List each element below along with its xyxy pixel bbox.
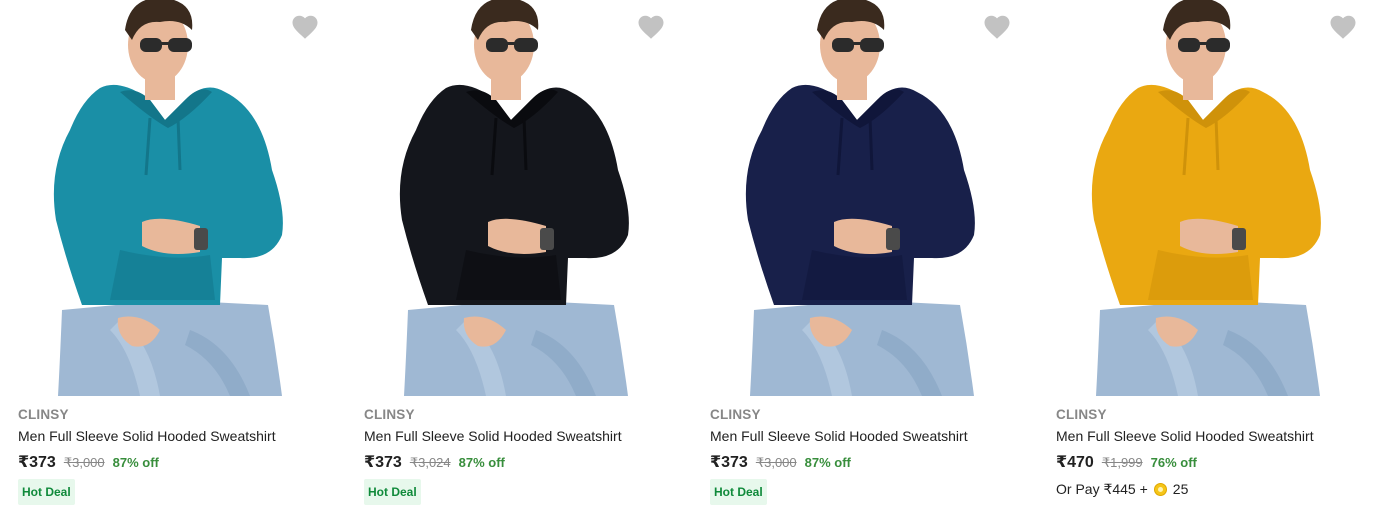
hot-deal-badge: Hot Deal [364,479,421,505]
wishlist-button[interactable] [982,12,1012,42]
product-photo [53,0,283,396]
product-card[interactable]: CLINSY Men Full Sleeve Solid Hooded Swea… [346,0,692,513]
product-image[interactable] [346,0,692,396]
wishlist-button[interactable] [636,12,666,42]
product-image[interactable] [692,0,1038,396]
coin-count: 25 [1172,481,1189,497]
heart-icon [1330,15,1356,39]
hand [142,218,200,254]
product-info: CLINSY Men Full Sleeve Solid Hooded Swea… [710,405,1030,505]
discount-label: 87% off [458,455,505,470]
jeans [404,300,628,396]
drawstring [868,117,874,171]
jeans [1096,300,1320,396]
sunglasses-bridge [160,42,170,45]
hoodie-pocket [1148,250,1253,300]
watch [540,228,554,250]
product-photo [399,0,629,396]
jeans [58,300,282,396]
sunglasses-bridge [1198,42,1208,45]
original-price: ₹1,999 [1101,455,1143,470]
hot-deal-badge: Hot Deal [710,479,767,505]
heart-icon [638,15,664,39]
product-image[interactable] [0,0,346,396]
product-title[interactable]: Men Full Sleeve Solid Hooded Sweatshirt [710,426,1030,446]
wishlist-button[interactable] [1328,12,1358,42]
discount-label: 87% off [804,455,851,470]
hoodie-pocket [456,250,561,300]
selling-price: ₹373 [18,454,56,471]
product-card[interactable]: CLINSY Men Full Sleeve Solid Hooded Swea… [692,0,1038,513]
watch [194,228,208,250]
product-title[interactable]: Men Full Sleeve Solid Hooded Sweatshirt [1056,426,1376,446]
original-price: ₹3,024 [409,455,451,470]
product-title[interactable]: Men Full Sleeve Solid Hooded Sweatshirt [18,426,338,446]
product-card[interactable]: CLINSY Men Full Sleeve Solid Hooded Swea… [1038,0,1379,513]
hot-deal-badge: Hot Deal [18,479,75,505]
sunglasses [168,38,192,52]
product-info: CLINSY Men Full Sleeve Solid Hooded Swea… [18,405,338,505]
product-photo [1091,0,1321,396]
sunglasses [1206,38,1230,52]
sunglasses-bridge [852,42,862,45]
price-row: ₹373 ₹3,024 87% off [364,452,684,474]
product-image[interactable] [1038,0,1379,396]
product-brand: CLINSY [1056,407,1107,422]
discount-label: 76% off [1150,455,1197,470]
supercoin-icon [1153,482,1167,496]
sunglasses [832,38,854,52]
price-row: ₹373 ₹3,000 87% off [18,452,338,474]
hoodie-pocket [110,250,215,300]
sunglasses [486,38,508,52]
product-grid: CLINSY Men Full Sleeve Solid Hooded Swea… [0,0,1379,513]
product-brand: CLINSY [710,407,761,422]
hand [488,218,546,254]
selling-price: ₹373 [710,454,748,471]
drawstring [1214,117,1220,171]
sunglasses [140,38,162,52]
sunglasses [1178,38,1200,52]
watch [886,228,900,250]
sunglasses [860,38,884,52]
product-title[interactable]: Men Full Sleeve Solid Hooded Sweatshirt [364,426,684,446]
heart-icon [984,15,1010,39]
pay-with-text: Or Pay ₹445 + [1056,480,1148,497]
jeans [750,300,974,396]
product-brand: CLINSY [364,407,415,422]
price-row: ₹373 ₹3,000 87% off [710,452,1030,474]
product-info: CLINSY Men Full Sleeve Solid Hooded Swea… [364,405,684,505]
wishlist-button[interactable] [290,12,320,42]
hand [834,218,892,254]
discount-label: 87% off [112,455,159,470]
product-photo [745,0,975,396]
product-card[interactable]: CLINSY Men Full Sleeve Solid Hooded Swea… [0,0,346,513]
heart-icon [292,15,318,39]
watch [1232,228,1246,250]
selling-price: ₹373 [364,454,402,471]
original-price: ₹3,000 [63,455,105,470]
original-price: ₹3,000 [755,455,797,470]
price-row: ₹470 ₹1,999 76% off [1056,452,1376,474]
drawstring [176,117,182,171]
sunglasses [514,38,538,52]
pay-with-coins: Or Pay ₹445 + 25 [1056,478,1376,500]
drawstring [522,117,528,171]
selling-price: ₹470 [1056,454,1094,471]
hand [1180,218,1238,254]
hoodie-pocket [802,250,907,300]
sunglasses-bridge [506,42,516,45]
product-brand: CLINSY [18,407,69,422]
product-info: CLINSY Men Full Sleeve Solid Hooded Swea… [1056,405,1376,500]
